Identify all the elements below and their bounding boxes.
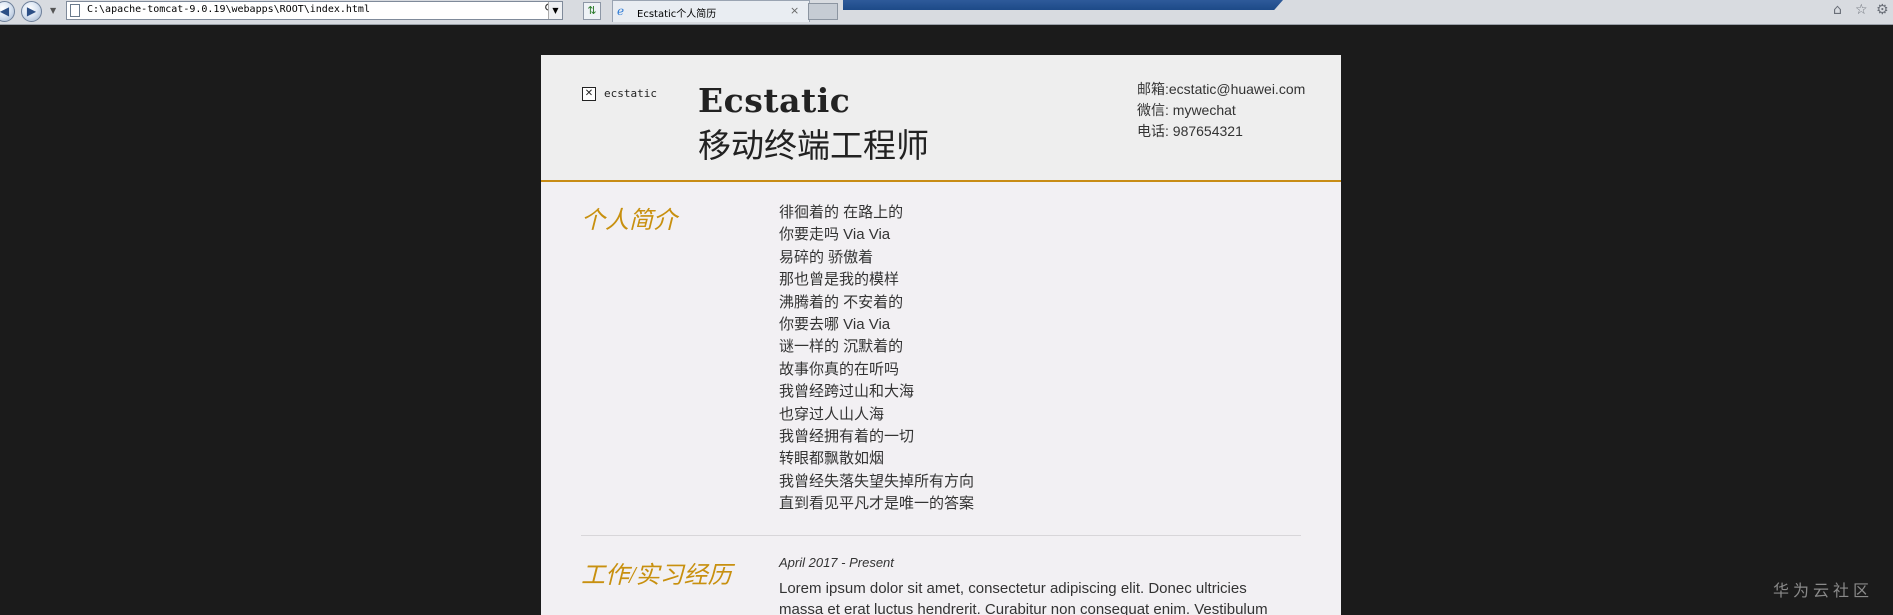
profile-line: 转眼都飘散如烟 bbox=[779, 450, 885, 468]
refresh-icon[interactable]: ⇅ bbox=[583, 2, 601, 20]
favorites-star-icon[interactable]: ☆ bbox=[1855, 2, 1868, 18]
contact-email[interactable]: 邮箱:ecstatic@huawei.com bbox=[1137, 79, 1305, 100]
browser-tab[interactable]: ℯ Ecstatic个人简历 × bbox=[612, 0, 810, 22]
back-arrow-icon[interactable]: ◀ bbox=[0, 1, 15, 22]
logo-alt-text: ecstatic bbox=[604, 87, 657, 100]
profile-line: 我曾经跨过山和大海 bbox=[779, 383, 915, 401]
resume-header: ✕ ecstatic Ecstatic 移动终端工程师 邮箱:ecstatic@… bbox=[541, 55, 1341, 182]
profile-line: 直到看见平凡才是唯一的答案 bbox=[779, 495, 975, 513]
tab-title[interactable]: Ecstatic个人简历 bbox=[637, 5, 716, 20]
profile-line: 易碎的 骄傲着 bbox=[779, 248, 874, 266]
contact-wechat: 微信: mywechat bbox=[1137, 102, 1236, 118]
new-tab-button[interactable] bbox=[808, 3, 838, 20]
section-title-profile: 个人简介 bbox=[581, 208, 677, 234]
person-name: Ecstatic bbox=[698, 81, 851, 120]
job-description-line: Lorem ipsum dolor sit amet, consectetur … bbox=[779, 580, 1247, 597]
job-date: April 2017 - Present bbox=[779, 555, 894, 570]
contact-phone: 电话: 987654321 bbox=[1137, 123, 1243, 139]
broken-image-icon: ✕ bbox=[582, 87, 596, 101]
profile-line: 你要走吗 Via Via bbox=[779, 226, 891, 244]
profile-line: 沸腾着的 不安着的 bbox=[779, 293, 904, 311]
profile-line: 你要去哪 Via Via bbox=[779, 316, 891, 334]
forward-arrow-icon[interactable]: ▶ bbox=[21, 1, 42, 22]
page-icon bbox=[70, 4, 80, 17]
profile-line: 我曾经拥有着的一切 bbox=[779, 428, 915, 446]
settings-gear-icon[interactable]: ⚙ bbox=[1876, 2, 1889, 18]
job-description: Lorem ipsum dolor sit amet, consectetur … bbox=[779, 578, 1309, 615]
tab-close-icon[interactable]: × bbox=[790, 4, 799, 17]
section-title-experience: 工作/实习经历 bbox=[581, 563, 732, 589]
profile-line: 谜一样的 沉默着的 bbox=[779, 338, 904, 356]
profile-text: 徘徊着的 在路上的 你要走吗 Via Via 易碎的 骄傲着那也曾是我的模样 沸腾着的… bbox=[779, 202, 974, 516]
address-dropdown-icon[interactable]: ▼ bbox=[548, 2, 562, 19]
resume-page: ✕ ecstatic Ecstatic 移动终端工程师 邮箱:ecstatic@… bbox=[541, 55, 1341, 615]
address-bar[interactable]: C:\apache-tomcat-9.0.19\webapps\ROOT\ind… bbox=[66, 1, 563, 20]
title-bar-band bbox=[843, 0, 1283, 10]
profile-line: 我曾经失落失望失掉所有方向 bbox=[779, 472, 975, 490]
home-icon[interactable]: ⌂ bbox=[1833, 2, 1842, 18]
watermark: 华为云社区 bbox=[1773, 583, 1874, 600]
ie-icon: ℯ bbox=[617, 4, 625, 18]
contact-info: 邮箱:ecstatic@huawei.com 微信: mywechat 电话: … bbox=[1137, 79, 1305, 142]
profile-line: 也穿过人山人海 bbox=[779, 405, 885, 423]
section-divider bbox=[581, 535, 1301, 536]
job-title: 移动终端工程师 bbox=[698, 127, 929, 164]
browser-toolbar: ◀ ▶ ▼ C:\apache-tomcat-9.0.19\webapps\RO… bbox=[0, 0, 1893, 25]
profile-line: 徘徊着的 在路上的 bbox=[779, 204, 904, 221]
profile-line: 那也曾是我的模样 bbox=[779, 271, 900, 289]
history-dropdown-icon[interactable]: ▼ bbox=[50, 6, 56, 15]
address-url[interactable]: C:\apache-tomcat-9.0.19\webapps\ROOT\ind… bbox=[87, 4, 370, 15]
profile-line: 故事你真的在听吗 bbox=[779, 360, 900, 378]
